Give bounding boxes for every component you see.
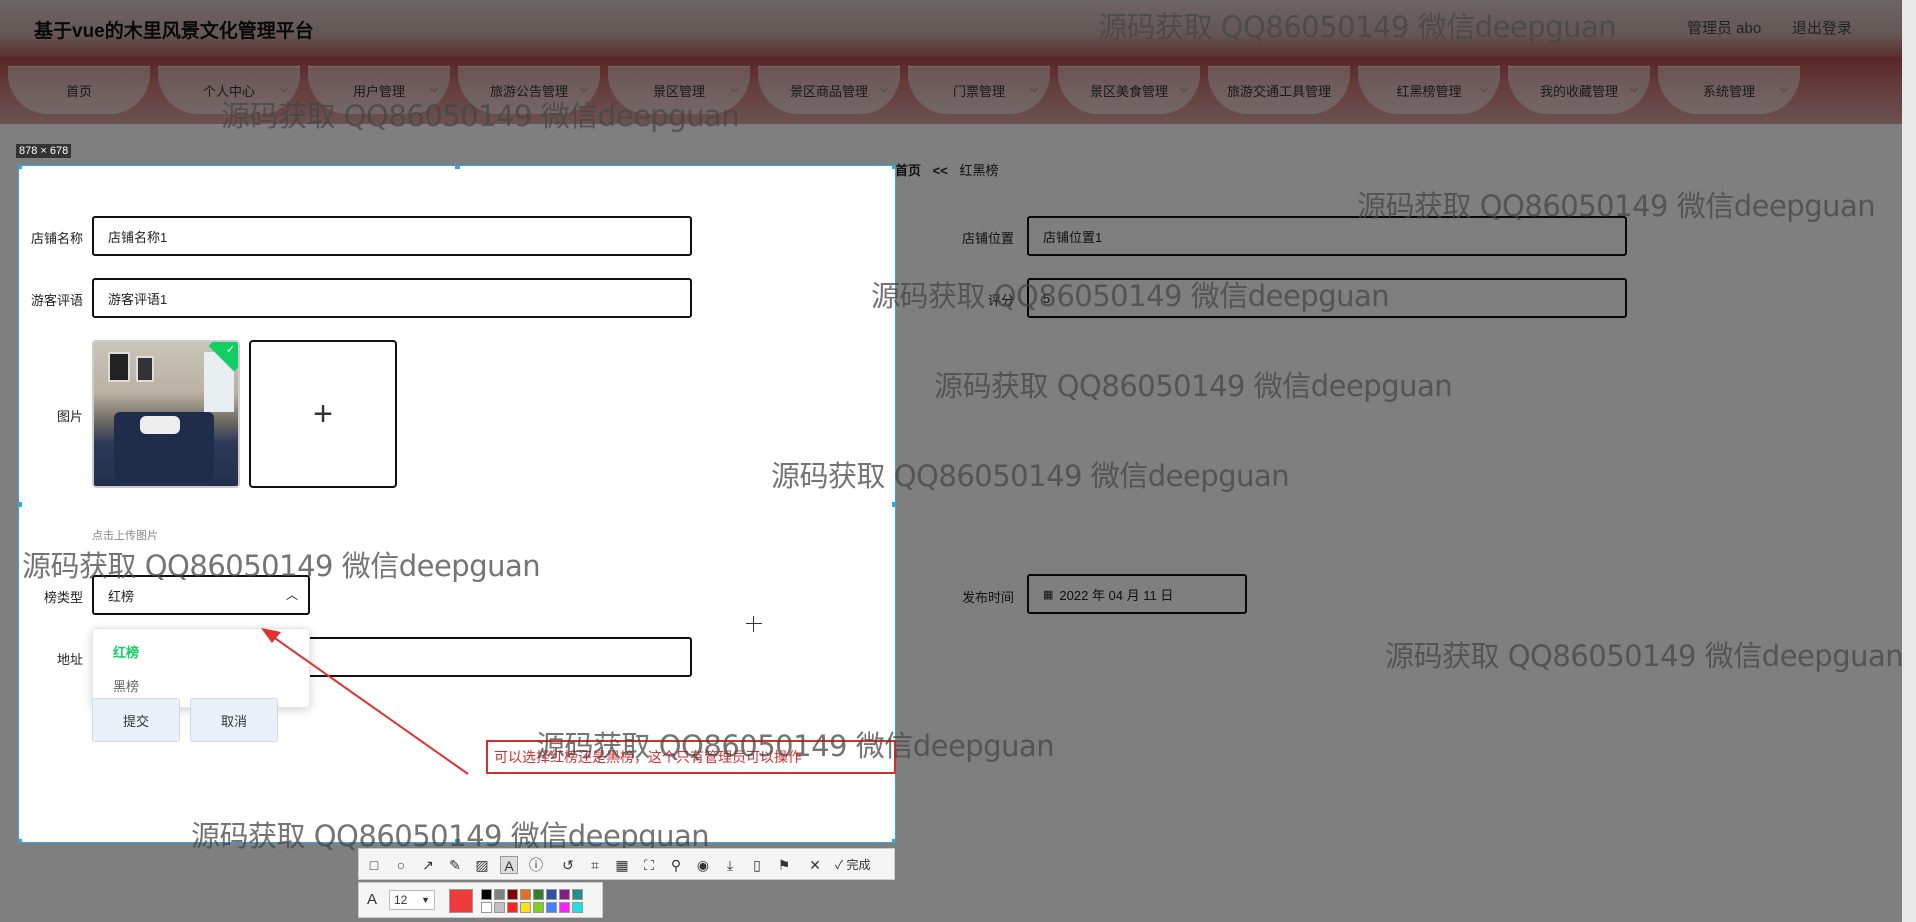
mobile-icon[interactable]: ▯: [748, 856, 766, 874]
breadcrumb-separator: <<: [932, 163, 948, 178]
nav-label: 我的收藏管理: [1539, 83, 1618, 99]
color-swatch[interactable]: [572, 902, 583, 913]
check-icon: ✓: [835, 858, 844, 872]
done-button[interactable]: ✓ 完成: [835, 856, 871, 873]
pen-icon[interactable]: ✎: [446, 856, 464, 874]
app-title: 基于vue的木里风景文化管理平台: [34, 21, 314, 42]
nav-label: 景区管理: [652, 83, 705, 99]
nav-item-users[interactable]: 用户管理 ⌵: [308, 66, 450, 114]
rectangle-icon[interactable]: □: [365, 856, 383, 874]
nav-item-notices[interactable]: 旅游公告管理 ⌵: [458, 66, 600, 114]
close-icon[interactable]: ✕: [806, 856, 824, 874]
serial-icon[interactable]: ⓘ: [527, 856, 545, 874]
current-user: 管理员 abo: [1687, 20, 1762, 37]
current-color-swatch[interactable]: [449, 889, 473, 913]
color-swatch[interactable]: [533, 889, 544, 900]
color-swatch[interactable]: [520, 889, 531, 900]
chevron-down-icon: ⌵: [880, 84, 888, 95]
chevron-down-icon: ⌵: [730, 84, 738, 95]
score-label: 评分: [987, 293, 1014, 308]
ellipse-icon[interactable]: ○: [392, 856, 410, 874]
nav-label: 首页: [65, 83, 92, 99]
nav-item-food[interactable]: 景区美食管理 ⌵: [1058, 66, 1200, 114]
chevron-down-icon: ⌵: [1030, 84, 1038, 95]
color-swatch[interactable]: [559, 889, 570, 900]
nav-label: 系统管理: [1702, 83, 1755, 99]
breadcrumb-home[interactable]: 首页: [895, 163, 921, 178]
chevron-down-icon: ⌵: [280, 84, 288, 95]
arrow-icon[interactable]: ↗: [419, 856, 437, 874]
nav-label: 门票管理: [952, 83, 1005, 99]
location-label: 店铺位置: [961, 231, 1014, 246]
nav-item-system[interactable]: 系统管理 ⌵: [1658, 66, 1800, 114]
nav-item-scenic[interactable]: 景区管理 ⌵: [608, 66, 750, 114]
color-swatch[interactable]: [494, 902, 505, 913]
chevron-down-icon: ⌵: [1480, 84, 1488, 95]
nav-item-profile[interactable]: 个人中心 ⌵: [158, 66, 300, 114]
publish-date-value: 2022 年 04 月 11 日: [1059, 587, 1174, 603]
location-input[interactable]: 店铺位置1: [1027, 216, 1627, 256]
translate-icon[interactable]: ▦: [613, 856, 631, 874]
pin-icon[interactable]: ⚲: [667, 856, 685, 874]
selection-size-badge: 878 × 678: [16, 144, 72, 158]
color-swatch[interactable]: [559, 902, 570, 913]
color-swatch[interactable]: [533, 902, 544, 913]
color-swatch[interactable]: [572, 889, 583, 900]
breadcrumb: 首页 << 红黑榜: [895, 160, 998, 179]
nav-label: 旅游公告管理: [489, 83, 568, 99]
nav-label: 景区美食管理: [1089, 83, 1168, 99]
color-swatch[interactable]: [507, 902, 518, 913]
font-size-select[interactable]: 12 ▼: [389, 890, 435, 910]
color-swatch[interactable]: [520, 902, 531, 913]
ocr-icon[interactable]: ⌗: [586, 856, 604, 874]
color-swatch[interactable]: [546, 889, 557, 900]
font-size-value: 12: [394, 893, 408, 907]
crosshair-cursor-icon: [746, 616, 762, 632]
nav-label: 景区商品管理: [789, 83, 868, 99]
text-style-palette: A 12 ▼: [358, 882, 603, 918]
header: 基于vue的木里风景文化管理平台 管理员 abo 退出登录: [0, 0, 1902, 58]
download-icon[interactable]: ⤓: [721, 856, 739, 874]
done-label: 完成: [846, 858, 871, 872]
chevron-down-icon: ▼: [421, 895, 430, 905]
nav-item-favorites[interactable]: 我的收藏管理 ⌵: [1508, 66, 1650, 114]
color-swatch[interactable]: [546, 902, 557, 913]
undo-icon[interactable]: ↺: [559, 856, 577, 874]
calendar-icon: ▦: [1043, 588, 1054, 601]
score-input[interactable]: 5: [1027, 278, 1627, 318]
bookmark-icon[interactable]: ⚑: [775, 856, 793, 874]
nav-label: 红黑榜管理: [1396, 83, 1462, 99]
nav-label: 用户管理: [352, 83, 405, 99]
logout-link[interactable]: 退出登录: [1792, 17, 1852, 38]
nav-item-transport[interactable]: 旅游交通工具管理: [1208, 66, 1350, 114]
nav-item-redblack[interactable]: 红黑榜管理 ⌵: [1358, 66, 1500, 114]
top-nav: 首页 个人中心 ⌵ 用户管理 ⌵ 旅游公告管理 ⌵ 景区管理 ⌵ 景区商品管理 ⌵ 门票管…: [0, 58, 1902, 124]
chevron-down-icon: ⌵: [1630, 84, 1638, 95]
chevron-down-icon: ⌵: [580, 84, 588, 95]
nav-item-goods[interactable]: 景区商品管理 ⌵: [758, 66, 900, 114]
long-screenshot-icon[interactable]: ⛶: [640, 856, 658, 874]
color-swatch[interactable]: [507, 889, 518, 900]
mosaic-icon[interactable]: ▨: [473, 856, 491, 874]
screenshot-toolbar: □ ○ ↗ ✎ ▨ A ⓘ ↺ ⌗ ▦ ⛶ ⚲ ◉ ⤓ ▯ ⚑ ✕ ✓ 完成: [358, 848, 895, 880]
annotation-textbox[interactable]: 可以选择红榜还是黑榜，这个只有管理员可以操作: [486, 740, 896, 774]
breadcrumb-current: 红黑榜: [959, 163, 999, 178]
nav-label: 个人中心: [202, 83, 255, 99]
publish-time-label: 发布时间: [961, 590, 1014, 605]
chevron-down-icon: ⌵: [1180, 84, 1188, 95]
font-icon: A: [367, 891, 378, 908]
color-swatch[interactable]: [481, 889, 492, 900]
chevron-down-icon: ⌵: [1780, 84, 1788, 95]
text-icon[interactable]: A: [500, 856, 518, 874]
nav-item-home[interactable]: 首页: [8, 66, 150, 114]
nav-item-tickets[interactable]: 门票管理 ⌵: [908, 66, 1050, 114]
nav-label: 旅游交通工具管理: [1226, 83, 1331, 99]
color-swatch[interactable]: [494, 889, 505, 900]
color-swatch[interactable]: [481, 902, 492, 913]
chevron-down-icon: ⌵: [430, 84, 438, 95]
publish-date-picker[interactable]: ▦ 2022 年 04 月 11 日: [1027, 574, 1247, 614]
record-icon[interactable]: ◉: [694, 856, 712, 874]
